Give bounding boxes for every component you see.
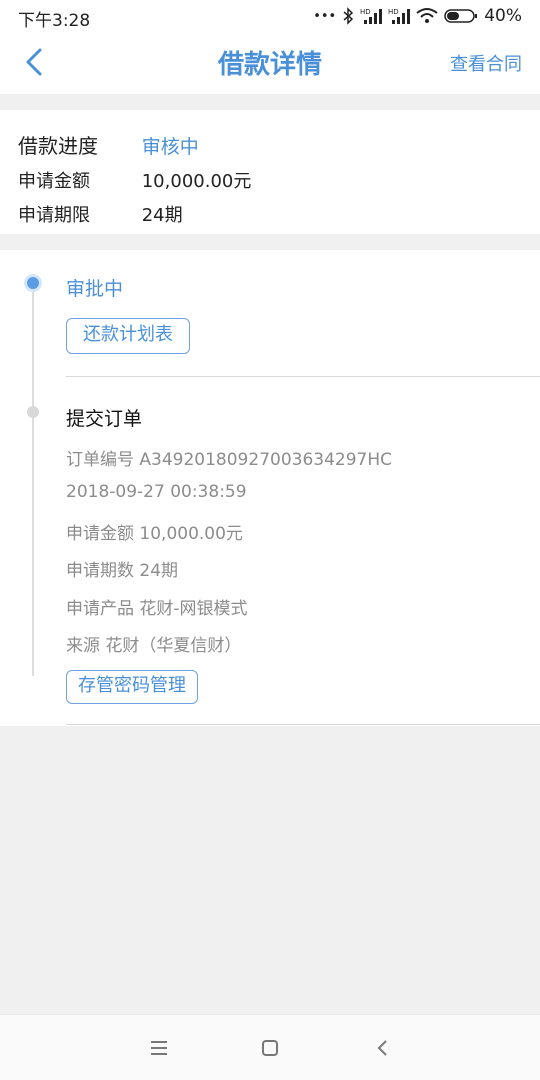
- custody-password-button[interactable]: 存管密码管理: [66, 670, 198, 704]
- home-button[interactable]: [255, 1033, 285, 1063]
- progress-label: 借款进度: [18, 134, 98, 158]
- menu-button[interactable]: [144, 1033, 174, 1063]
- timeline-dot: [27, 406, 39, 418]
- svg-text:HD: HD: [388, 8, 399, 16]
- timeline-dot-active: [24, 274, 42, 292]
- system-nav-bar: [0, 1014, 540, 1080]
- term-label: 申请期限: [18, 205, 90, 226]
- battery-icon: [444, 9, 478, 23]
- order-number: 订单编号 A34920180927003634297HC: [66, 450, 393, 470]
- progress-value: 审核中: [141, 136, 199, 158]
- home-square-icon: [262, 1040, 278, 1056]
- battery-percent: 40%: [484, 6, 522, 26]
- more-dots-icon: •••: [313, 8, 337, 24]
- svg-text:HD: HD: [360, 8, 371, 16]
- status-time: 下午3:28: [18, 11, 91, 31]
- step-approving-title: 审批中: [66, 278, 124, 300]
- order-term: 申请期数 24期: [66, 561, 179, 581]
- view-contract-link[interactable]: 查看合同: [450, 50, 522, 76]
- nav-bar: 借款详情 查看合同: [0, 34, 540, 94]
- order-datetime: 2018-09-27 00:38:59: [66, 482, 247, 502]
- timeline-line: [32, 286, 34, 676]
- repayment-schedule-button[interactable]: 还款计划表: [66, 318, 190, 354]
- loan-summary-card: 借款进度 审核中 申请金额 10,000.00元 申请期限 24期: [0, 110, 540, 234]
- signal-icon: HD: [360, 8, 383, 24]
- term-row: 申请期限 24期: [18, 201, 183, 227]
- amount-value: 10,000.00元: [141, 171, 252, 192]
- progress-row: 借款进度 审核中: [18, 130, 199, 159]
- signal-icon-2: HD: [388, 8, 411, 24]
- loan-timeline: 审批中 还款计划表 提交订单 订单编号 A3492018092700363429…: [0, 250, 540, 726]
- term-value: 24期: [141, 205, 183, 226]
- status-icons: ••• HD HD 40%: [313, 6, 522, 26]
- order-amount: 申请金额 10,000.00元: [66, 524, 243, 544]
- bluetooth-icon: [343, 7, 354, 25]
- system-back-button[interactable]: [368, 1033, 398, 1063]
- order-product: 申请产品 花财-网银模式: [66, 599, 248, 619]
- wifi-icon: [416, 8, 438, 23]
- step-submit-title: 提交订单: [66, 408, 143, 430]
- timeline-divider: [66, 376, 540, 377]
- amount-label: 申请金额: [18, 171, 90, 192]
- back-arrow-icon: [377, 1040, 387, 1056]
- menu-icon: [151, 1041, 167, 1055]
- order-source: 来源 花财（华夏信财）: [66, 636, 242, 656]
- status-bar: 下午3:28 ••• HD HD 40%: [0, 0, 540, 34]
- amount-row: 申请金额 10,000.00元: [18, 167, 251, 193]
- timeline-bottom-divider: [66, 724, 540, 725]
